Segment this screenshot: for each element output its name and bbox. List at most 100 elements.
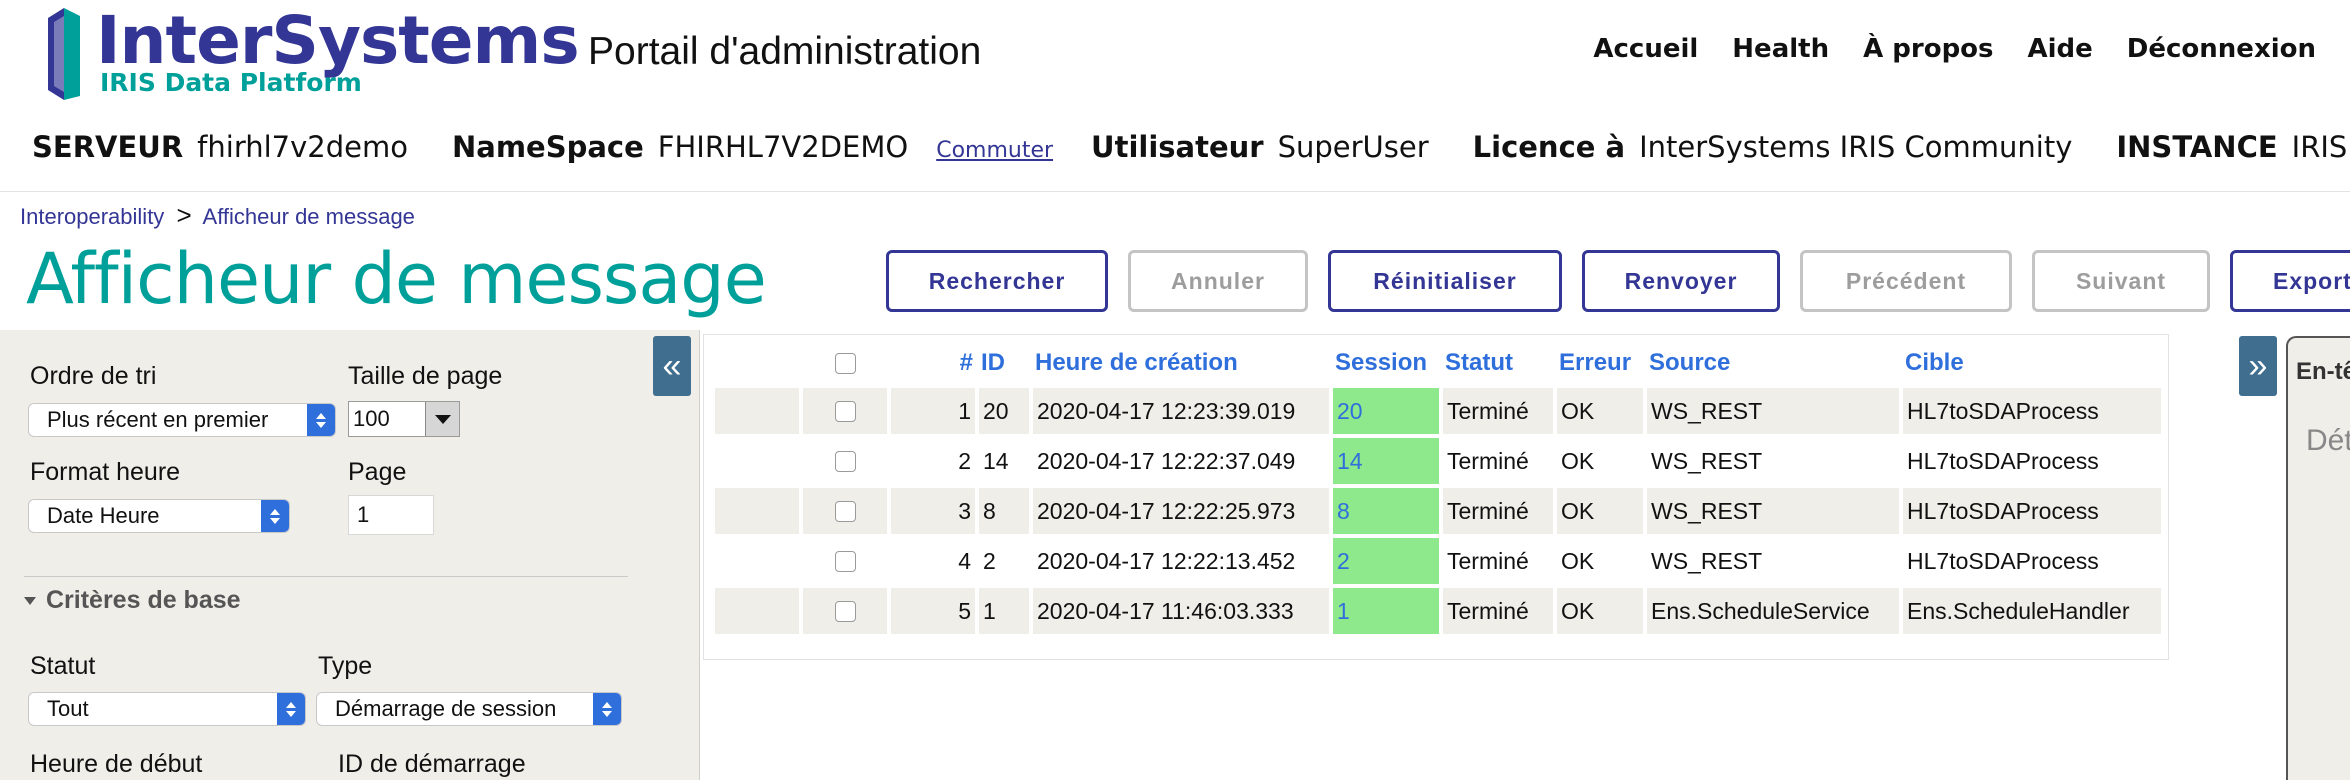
row-created-time: 2020-04-17 12:22:37.049 bbox=[1033, 438, 1329, 484]
page-size-label: Taille de page bbox=[348, 362, 503, 390]
message-table: # ID Heure de création Session Statut Er… bbox=[711, 338, 2165, 638]
search-button[interactable]: Rechercher bbox=[886, 250, 1108, 312]
tab-header[interactable]: En-tête bbox=[2296, 358, 2350, 386]
row-error: OK bbox=[1557, 388, 1643, 434]
next-button[interactable]: Suivant bbox=[2032, 250, 2210, 312]
row-source: Ens.ScheduleService bbox=[1647, 588, 1899, 634]
breadcrumb-separator: > bbox=[176, 200, 192, 230]
status-label: Statut bbox=[30, 652, 96, 680]
instance-value: IRIS bbox=[2291, 130, 2348, 164]
table-row[interactable]: 4 2 2020-04-17 12:22:13.452 2 Terminé OK… bbox=[715, 538, 2161, 584]
breadcrumb-interoperability-link[interactable]: Interoperability bbox=[20, 204, 164, 229]
resend-button[interactable]: Renvoyer bbox=[1582, 250, 1780, 312]
row-error: OK bbox=[1557, 438, 1643, 484]
switch-namespace-link[interactable]: Commuter bbox=[936, 138, 1053, 163]
row-number: 5 bbox=[891, 588, 975, 634]
select-all-checkbox[interactable] bbox=[834, 352, 856, 374]
row-session-link[interactable]: 8 bbox=[1333, 488, 1439, 534]
row-created-time: 2020-04-17 12:22:13.452 bbox=[1033, 538, 1329, 584]
start-id-label: ID de démarrage bbox=[338, 750, 526, 778]
row-status: Terminé bbox=[1443, 538, 1553, 584]
export-button[interactable]: Exporter bbox=[2230, 250, 2350, 312]
table-row[interactable]: 2 14 2020-04-17 12:22:37.049 14 Terminé … bbox=[715, 438, 2161, 484]
column-header-error[interactable]: Erreur bbox=[1557, 342, 1643, 384]
breadcrumb-current[interactable]: Afficheur de message bbox=[203, 204, 415, 229]
column-header-created[interactable]: Heure de création bbox=[1033, 342, 1329, 384]
instance-label: INSTANCE bbox=[2116, 130, 2278, 164]
row-checkbox[interactable] bbox=[834, 400, 856, 422]
row-source: WS_REST bbox=[1647, 388, 1899, 434]
row-number: 2 bbox=[891, 438, 975, 484]
row-checkbox[interactable] bbox=[834, 500, 856, 522]
row-error: OK bbox=[1557, 488, 1643, 534]
row-spacer bbox=[715, 588, 799, 634]
row-status: Terminé bbox=[1443, 438, 1553, 484]
column-header-target[interactable]: Cible bbox=[1903, 342, 2161, 384]
nav-logout-link[interactable]: Déconnexion bbox=[2127, 34, 2316, 64]
row-status: Terminé bbox=[1443, 588, 1553, 634]
header-spacer bbox=[715, 342, 799, 384]
row-source: WS_REST bbox=[1647, 538, 1899, 584]
logo-product: IRIS Data Platform bbox=[100, 68, 362, 97]
row-session-link[interactable]: 14 bbox=[1333, 438, 1439, 484]
nav-help-link[interactable]: Aide bbox=[2028, 34, 2093, 64]
select-arrows-icon bbox=[593, 693, 621, 725]
dropdown-arrow-icon[interactable] bbox=[425, 402, 459, 436]
row-created-time: 2020-04-17 12:23:39.019 bbox=[1033, 388, 1329, 434]
header: InterSystems ™ IRIS Data Platform Portai… bbox=[0, 0, 2350, 192]
row-checkbox[interactable] bbox=[834, 450, 856, 472]
namespace-label: NameSpace bbox=[451, 130, 644, 164]
basic-criteria-toggle[interactable]: Critères de base bbox=[24, 586, 241, 615]
server-value: fhirhl7v2demo bbox=[197, 130, 408, 164]
row-created-time: 2020-04-17 12:22:25.973 bbox=[1033, 488, 1329, 534]
row-checkbox-cell bbox=[803, 488, 887, 534]
row-checkbox[interactable] bbox=[834, 550, 856, 572]
type-select[interactable]: Démarrage de session bbox=[316, 692, 622, 726]
column-header-source[interactable]: Source bbox=[1647, 342, 1899, 384]
time-format-value: Date Heure bbox=[47, 503, 160, 528]
row-source: WS_REST bbox=[1647, 438, 1899, 484]
license-value: InterSystems IRIS Community bbox=[1639, 130, 2073, 164]
row-session-link[interactable]: 2 bbox=[1333, 538, 1439, 584]
column-header-status[interactable]: Statut bbox=[1443, 342, 1553, 384]
row-checkbox[interactable] bbox=[834, 600, 856, 622]
row-spacer bbox=[715, 438, 799, 484]
row-id: 2 bbox=[979, 538, 1029, 584]
row-checkbox-cell bbox=[803, 588, 887, 634]
type-value: Démarrage de session bbox=[335, 696, 557, 721]
column-header-session[interactable]: Session bbox=[1333, 342, 1439, 384]
time-format-select[interactable]: Date Heure bbox=[28, 499, 290, 533]
nav-about-link[interactable]: À propos bbox=[1863, 34, 1993, 64]
row-error: OK bbox=[1557, 538, 1643, 584]
start-time-label: Heure de début bbox=[30, 750, 203, 778]
table-row[interactable]: 5 1 2020-04-17 11:46:03.333 1 Terminé OK… bbox=[715, 588, 2161, 634]
nav-health-link[interactable]: Health bbox=[1732, 34, 1829, 64]
page-size-combo[interactable]: 100 bbox=[348, 401, 460, 437]
page-input[interactable]: 1 bbox=[348, 495, 434, 535]
row-session-link[interactable]: 20 bbox=[1333, 388, 1439, 434]
row-session-link[interactable]: 1 bbox=[1333, 588, 1439, 634]
basic-criteria-label: Critères de base bbox=[46, 586, 241, 614]
column-header-id[interactable]: ID bbox=[979, 342, 1029, 384]
sort-order-value: Plus récent en premier bbox=[47, 407, 269, 432]
page-size-value: 100 bbox=[353, 406, 390, 431]
row-checkbox-cell bbox=[803, 538, 887, 584]
collapse-filter-panel-button[interactable]: « bbox=[653, 336, 691, 396]
toolbar: Rechercher Annuler Réinitialiser Renvoye… bbox=[886, 250, 2350, 312]
row-spacer bbox=[715, 538, 799, 584]
cancel-button[interactable]: Annuler bbox=[1128, 250, 1308, 312]
sort-order-select[interactable]: Plus récent en premier bbox=[28, 403, 336, 437]
status-value: Tout bbox=[47, 696, 89, 721]
table-row[interactable]: 1 20 2020-04-17 12:23:39.019 20 Terminé … bbox=[715, 388, 2161, 434]
nav-home-link[interactable]: Accueil bbox=[1593, 34, 1698, 64]
intersystems-logo[interactable]: InterSystems ™ IRIS Data Platform bbox=[44, 2, 580, 102]
previous-button[interactable]: Précédent bbox=[1800, 250, 2012, 312]
breadcrumb: Interoperability > Afficheur de message bbox=[20, 200, 415, 231]
column-header-number[interactable]: # bbox=[891, 342, 975, 384]
select-arrows-icon bbox=[261, 500, 289, 532]
time-format-label: Format heure bbox=[30, 458, 181, 486]
table-row[interactable]: 3 8 2020-04-17 12:22:25.973 8 Terminé OK… bbox=[715, 488, 2161, 534]
expand-details-panel-button[interactable]: » bbox=[2239, 336, 2277, 396]
status-select[interactable]: Tout bbox=[28, 692, 306, 726]
reset-button[interactable]: Réinitialiser bbox=[1328, 250, 1562, 312]
